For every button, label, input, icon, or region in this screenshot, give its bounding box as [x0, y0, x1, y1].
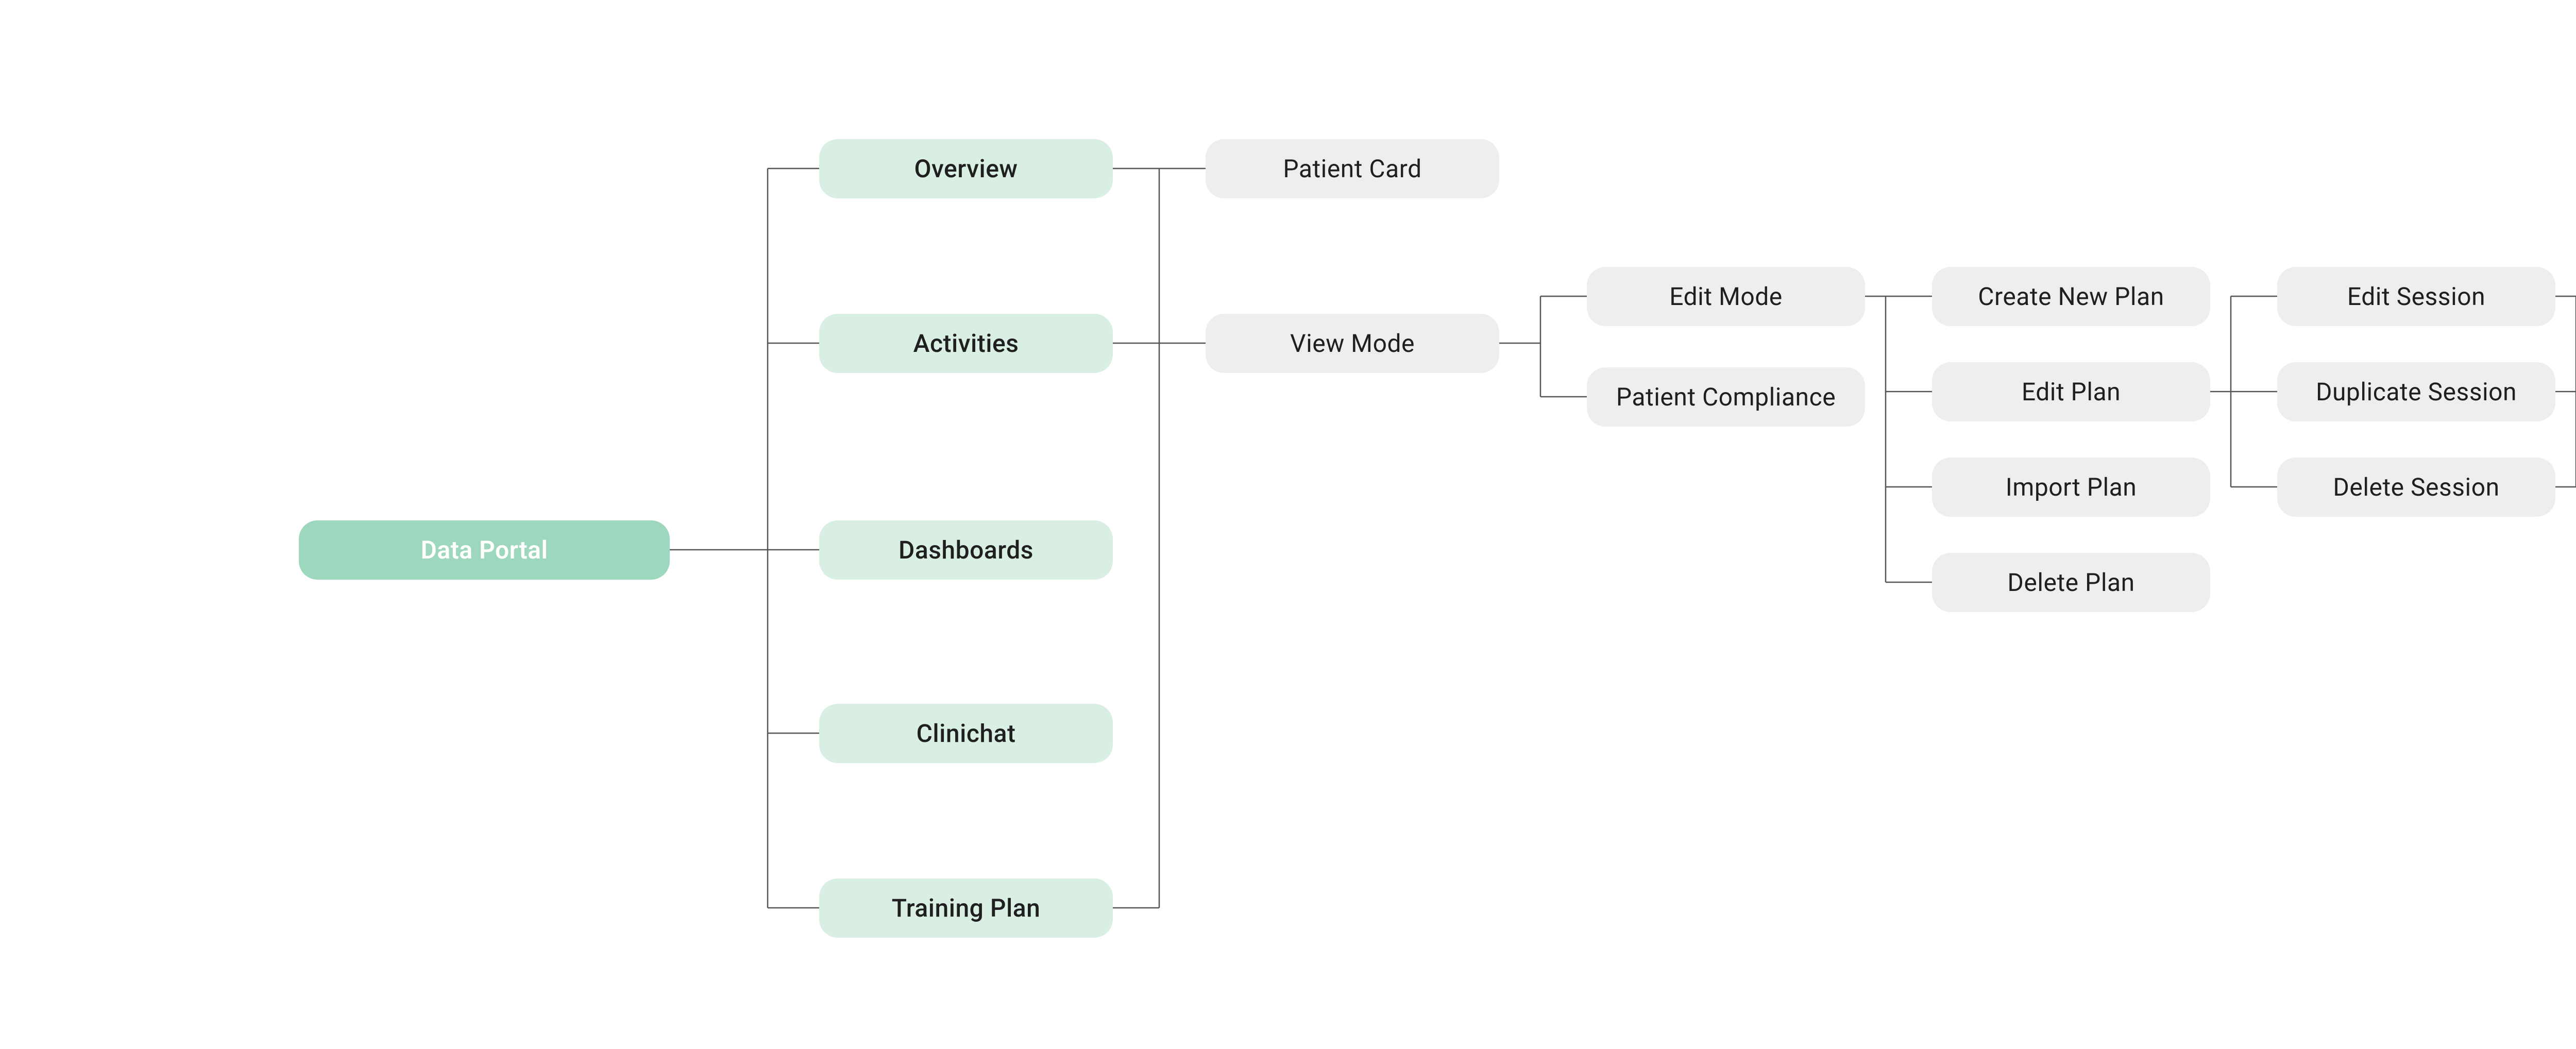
node-view-mode[interactable]: View Mode — [1206, 314, 1499, 373]
node-edit-plan[interactable]: Edit Plan — [1932, 362, 2210, 421]
node-create-new-plan[interactable]: Create New Plan — [1932, 267, 2210, 326]
node-training-plan[interactable]: Training Plan — [819, 878, 1113, 938]
node-overview[interactable]: Overview — [819, 139, 1113, 198]
node-activities[interactable]: Activities — [819, 314, 1113, 373]
node-patient-compliance[interactable]: Patient Compliance — [1587, 367, 1865, 427]
node-import-plan[interactable]: Import Plan — [1932, 458, 2210, 517]
node-dashboards[interactable]: Dashboards — [819, 520, 1113, 580]
node-data-portal[interactable]: Data Portal — [299, 520, 670, 580]
node-edit-mode[interactable]: Edit Mode — [1587, 267, 1865, 326]
node-duplicate-session[interactable]: Duplicate Session — [2277, 362, 2555, 421]
node-edit-session[interactable]: Edit Session — [2277, 267, 2555, 326]
node-delete-session[interactable]: Delete Session — [2277, 458, 2555, 517]
node-delete-plan[interactable]: Delete Plan — [1932, 553, 2210, 612]
node-patient-card[interactable]: Patient Card — [1206, 139, 1499, 198]
node-clinichat[interactable]: Clinichat — [819, 704, 1113, 763]
